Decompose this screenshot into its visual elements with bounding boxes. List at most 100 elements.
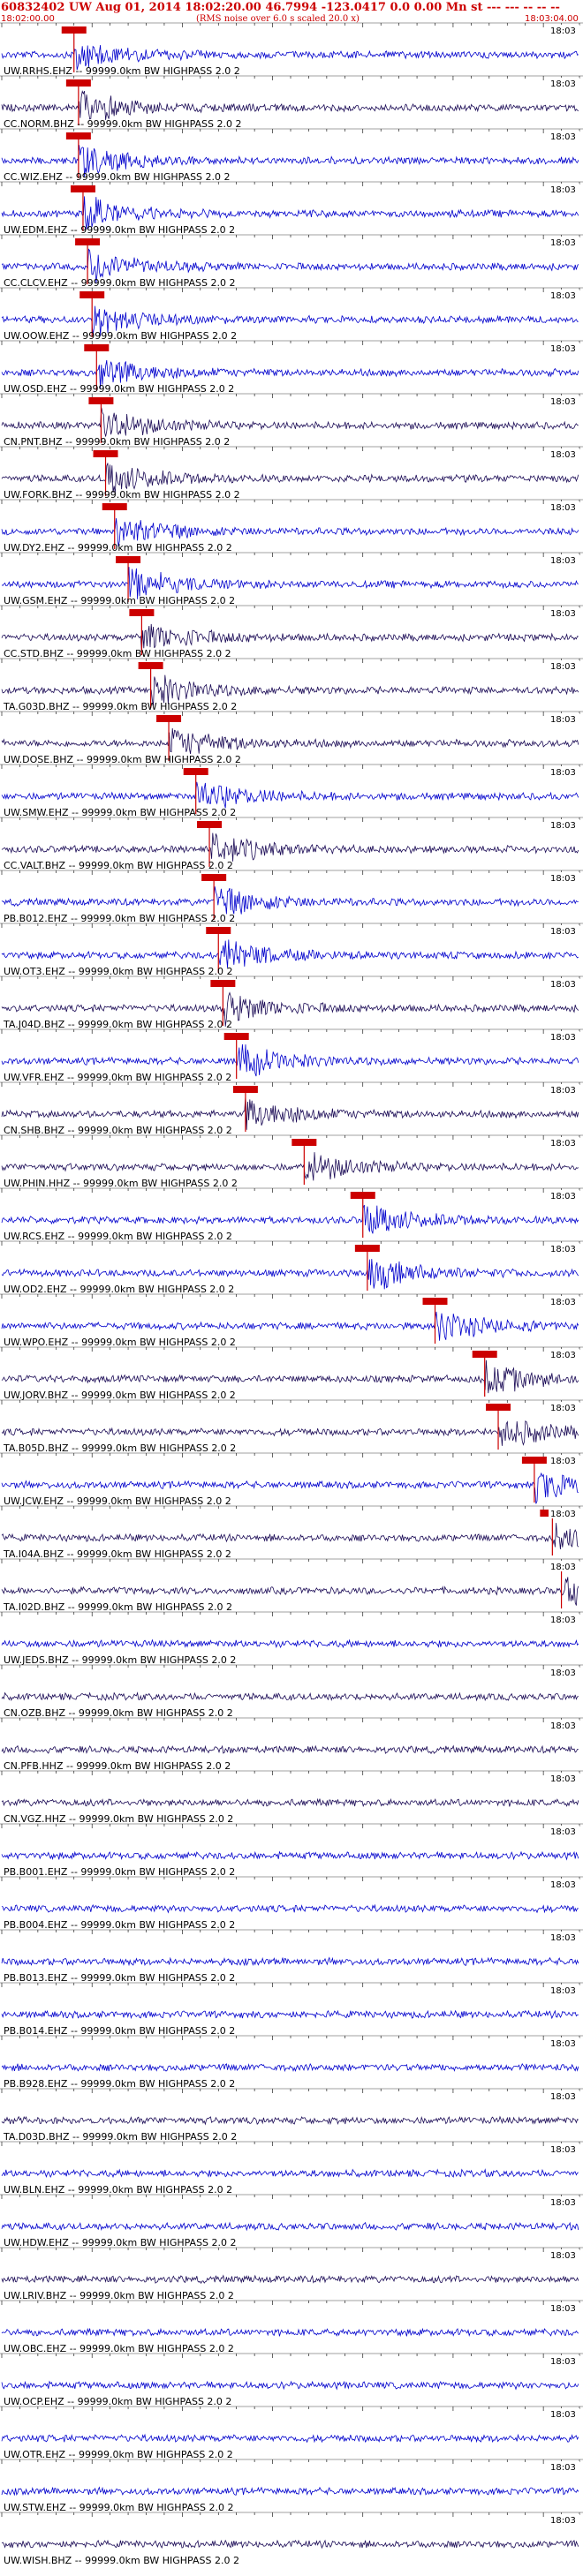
trace-label: CN.SHB.BHZ -- 99999.0km BW HIGHPASS 2.0 … <box>4 1125 232 1136</box>
waveform <box>1 2115 579 2126</box>
pick-flag <box>292 1139 317 1146</box>
trace-time-label: 18:03 <box>550 1457 576 1466</box>
trace-label: UW.WISH.BHZ -- 99999.0km BW HIGHPASS 2.0… <box>4 2555 239 2566</box>
trace-time-label: 18:03 <box>550 1774 576 1784</box>
pick-flag <box>138 662 163 669</box>
trace-time-label: 18:03 <box>550 1192 576 1201</box>
trace-time-label: 18:03 <box>550 2304 576 2314</box>
trace-time-label: 18:03 <box>550 397 576 407</box>
trace-label: UW.GSM.EHZ -- 99999.0km BW HIGHPASS 2.0 … <box>4 595 235 606</box>
trace-time-label: 18:03 <box>550 344 576 354</box>
trace-time-label: 18:03 <box>550 980 576 990</box>
trace-label: UW.OOW.EHZ -- 99999.0km BW HIGHPASS 2.0 … <box>4 330 237 342</box>
trace-label: TA.B05D.BHZ -- 99999.0km BW HIGHPASS 2.0… <box>3 1442 236 1454</box>
chart-title: 60832402 UW Aug 01, 2014 18:02:20.00 46.… <box>1 1 560 14</box>
pick-flag <box>65 132 91 139</box>
waveform <box>1 2433 579 2444</box>
trace-time-label: 18:03 <box>550 2198 576 2208</box>
waveform <box>1 407 579 437</box>
pick-flag <box>80 291 105 298</box>
trace-time-label: 18:03 <box>550 1827 576 1837</box>
pick-flag <box>183 768 208 775</box>
trace-time-label: 18:03 <box>550 2516 576 2526</box>
pick-flag <box>210 980 236 987</box>
trace-label: UW.JORV.BHZ -- 99999.0km BW HIGHPASS 2.0… <box>4 1390 236 1401</box>
trace-label: UW.JEDS.BHZ -- 99999.0km BW HIGHPASS 2.0… <box>4 1654 236 1666</box>
trace-label: UW.STW.EHZ -- 99999.0km BW HIGHPASS 2.0 … <box>4 2502 233 2513</box>
trace-label: TA.J04D.BHZ -- 99999.0km BW HIGHPASS 2.0… <box>3 1019 232 1030</box>
trace-label: CC.VALT.BHZ -- 99999.0km BW HIGHPASS 2.0… <box>4 860 233 871</box>
trace-label: UW.LRIV.BHZ -- 99999.0km BW HIGHPASS 2.0… <box>4 2290 234 2301</box>
waveform <box>1 1903 579 1914</box>
pick-flag <box>422 1298 448 1305</box>
pick-flag <box>206 927 231 934</box>
pick-flag <box>84 344 110 351</box>
trace-label: UW.OD2.EHZ -- 99999.0km BW HIGHPASS 2.0 … <box>4 1284 234 1295</box>
trace-time-label: 18:03 <box>550 1563 576 1572</box>
trace-time-label: 18:03 <box>550 2039 576 2049</box>
trace-label: PB.B013.EHZ -- 99999.0km BW HIGHPASS 2.0… <box>4 1972 235 1984</box>
trace-label: UW.BLN.EHZ -- 99999.0km BW HIGHPASS 2.0 … <box>4 2184 232 2196</box>
trace-time-label: 18:03 <box>550 26 576 36</box>
trace-label: UW.RRHS.EHZ -- 99999.0km BW HIGHPASS 2.0… <box>4 65 240 77</box>
pick-flag <box>93 450 118 457</box>
waveform <box>1 1850 579 1861</box>
trace-time-label: 18:03 <box>550 1139 576 1149</box>
trace-label: TA.D03D.BHZ -- 99999.0km BW HIGHPASS 2.0… <box>3 2131 237 2143</box>
waveform <box>1 90 579 120</box>
waveform <box>1 832 579 862</box>
trace-time-label: 18:03 <box>550 1510 576 1519</box>
trace-time-label: 18:03 <box>550 556 576 566</box>
trace-label: TA.I04A.BHZ -- 99999.0km BW HIGHPASS 2.0… <box>3 1548 231 1560</box>
pick-flag <box>472 1351 497 1358</box>
trace-label: UW.OT3.EHZ -- 99999.0km BW HIGHPASS 2.0 … <box>4 966 233 977</box>
trace-time-label: 18:03 <box>550 185 576 195</box>
waveform <box>1 2486 579 2497</box>
trace-label: UW.EDM.EHZ -- 99999.0km BW HIGHPASS 2.0 … <box>4 224 235 236</box>
trace-time-label: 18:03 <box>550 1298 576 1307</box>
trace-time-label: 18:03 <box>550 1351 576 1360</box>
waveform <box>1 2327 579 2338</box>
trace-time-label: 18:03 <box>550 1986 576 1996</box>
trace-time-label: 18:03 <box>550 1086 576 1096</box>
trace-label: UW.RCS.EHZ -- 99999.0km BW HIGHPASS 2.0 … <box>4 1231 232 1242</box>
trace-time-label: 18:03 <box>550 662 576 672</box>
trace-time-label: 18:03 <box>550 132 576 142</box>
trace-time-label: 18:03 <box>550 1933 576 1943</box>
trace-time-label: 18:03 <box>550 2092 576 2102</box>
trace-time-label: 18:03 <box>550 1245 576 1254</box>
pick-flag <box>197 821 223 828</box>
pick-flag <box>102 503 127 510</box>
trace-time-label: 18:03 <box>550 1668 576 1678</box>
trace-label: CC.STD.BHZ -- 99999.0km BW HIGHPASS 2.0 … <box>4 648 231 659</box>
waveform <box>1 1204 579 1234</box>
trace-label: UW.WPO.EHZ -- 99999.0km BW HIGHPASS 2.0 … <box>4 1337 236 1348</box>
waveform <box>1 2063 579 2073</box>
trace-time-label: 18:03 <box>550 874 576 884</box>
waveform <box>1 1638 579 1649</box>
pick-flag <box>486 1404 511 1411</box>
start-time-label: 18:02:00.00 <box>1 14 55 24</box>
trace-label: UW.PHIN.HHZ -- 99999.0km BW HIGHPASS 2.0… <box>4 1178 238 1189</box>
pick-flag <box>201 874 227 881</box>
trace-label: PB.B001.EHZ -- 99999.0km BW HIGHPASS 2.0… <box>4 1866 235 1878</box>
pick-flag <box>129 609 155 616</box>
trace-label: CN.OZB.BHZ -- 99999.0km BW HIGHPASS 2.0 … <box>4 1707 233 1719</box>
trace-time-label: 18:03 <box>550 2410 576 2420</box>
chart-subtitle: (RMS noise over 6.0 s scaled 20.0 x) <box>196 14 360 24</box>
waveform <box>1 886 579 915</box>
trace-label: UW.OTR.EHZ -- 99999.0km BW HIGHPASS 2.0 … <box>4 2449 233 2460</box>
trace-label: PB.B004.EHZ -- 99999.0km BW HIGHPASS 2.0… <box>4 1919 235 1931</box>
trace-label: PB.B928.EHZ -- 99999.0km BW HIGHPASS 2.0… <box>4 2078 235 2090</box>
trace-time-label: 18:03 <box>550 821 576 831</box>
pick-flag <box>61 26 87 34</box>
trace-label: CC.NORM.BHZ -- 99999.0km BW HIGHPASS 2.0… <box>4 118 241 130</box>
pick-flag <box>70 185 95 192</box>
waveform <box>1 2221 579 2232</box>
trace-time-label: 18:03 <box>550 450 576 460</box>
trace-label: PB.B012.EHZ -- 99999.0km BW HIGHPASS 2.0… <box>4 913 235 924</box>
trace-time-label: 18:03 <box>550 715 576 725</box>
waveform <box>1 1360 579 1394</box>
pick-flag <box>75 238 101 245</box>
waveform <box>1 2168 579 2179</box>
